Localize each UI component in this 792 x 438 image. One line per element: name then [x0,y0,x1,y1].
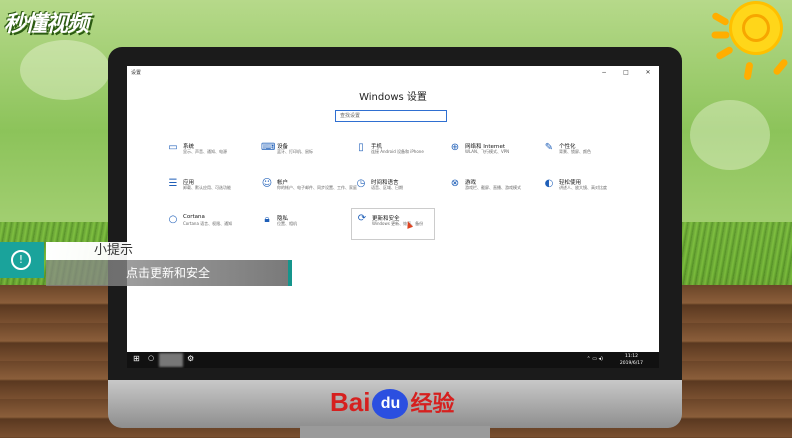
tile-ease-of-access[interactable]: ◐ 轻松使用 讲述人、放大镜、高对比度 [541,176,629,204]
tile-phone[interactable]: ▯ 手机 连接 Android 设备和 iPhone [353,140,441,168]
window-title: 设置 [131,70,142,76]
baidu-jingyan-logo: Bai du 经验 [330,386,454,420]
tile-personalization[interactable]: ✎ 个性化 背景、锁屏、颜色 [541,140,629,168]
taskbar: ⊞ ○ ⚙ ⌃ ▭ ◂) 11:12 2019/6/17 [127,352,659,368]
lightbulb-icon: ! [11,250,31,270]
tile-accounts[interactable]: ☺ 帐户 你的帐户、电子邮件、同步设置、工作、家庭 [259,176,357,204]
cortana-icon: ○ [168,214,178,225]
page-title: Windows 设置 [359,92,427,103]
background-bokeh [690,100,770,170]
tile-time-language[interactable]: ◷ 时间和语言 语音、区域、日期 [353,176,441,204]
tip-badge: ! [0,242,44,278]
xbox-icon: ⊗ [450,178,460,189]
update-icon: ⟳ [357,213,367,224]
cortana-search-icon[interactable]: ○ [148,354,154,362]
phone-icon: ▯ [358,142,364,153]
laptop-icon: ▭ [168,142,178,153]
ease-of-access-icon: ◐ [544,178,554,189]
minimize-button[interactable]: − [593,66,615,80]
monitor-stand [300,426,490,438]
taskbar-clock[interactable]: 11:12 2019/6/17 [620,353,643,367]
tip-title: 小提示 [46,242,286,260]
apps-icon: ☰ [168,178,178,189]
settings-window: 设置 − □ ✕ Windows 设置 查找设置 ▭ 系统 显示、声音、通知、电… [127,66,659,368]
taskbar-blurred-app [159,353,183,367]
devices-icon: ⌨ [261,142,276,153]
search-input[interactable]: 查找设置 [335,110,447,122]
search-placeholder: 查找设置 [340,113,361,119]
tile-network[interactable]: ⊕ 网络和 Internet WLAN、飞行模式、VPN [447,140,535,168]
start-icon[interactable]: ⊞ [133,354,140,363]
person-icon: ☺ [261,178,273,189]
settings-gear-icon[interactable]: ⚙ [187,354,194,363]
tile-devices[interactable]: ⌨ 设备 蓝牙、打印机、鼠标 [259,140,347,168]
video-logo: 秒懂视频 [4,12,89,37]
time-language-icon: ◷ [356,178,366,189]
tile-apps[interactable]: ☰ 应用 卸载、默认应用、可选功能 [165,176,253,204]
tile-cortana[interactable]: ○ Cortana Cortana 语言、权限、通知 [165,212,253,240]
tile-gaming[interactable]: ⊗ 游戏 游戏栏、截屏、直播、游戏模式 [447,176,535,204]
background-bokeh [20,40,110,100]
maximize-button[interactable]: □ [615,66,637,80]
close-button[interactable]: ✕ [637,66,659,80]
personalization-icon: ✎ [544,142,554,153]
globe-icon: ⊕ [450,142,460,153]
window-titlebar: 设置 − □ ✕ [127,66,659,80]
system-tray-icons[interactable]: ⌃ ▭ ◂) [586,356,603,362]
tile-update-security[interactable]: ⟳ 更新和安全 Windows 更新、恢复、备份 [351,208,435,240]
lock-icon: 🔒︎ [264,214,270,225]
tile-privacy[interactable]: 🔒︎ 隐私 位置、相机 [259,212,347,240]
tile-system[interactable]: ▭ 系统 显示、声音、通知、电源 [165,140,253,168]
tip-body: 点击更新和安全 [46,260,292,286]
